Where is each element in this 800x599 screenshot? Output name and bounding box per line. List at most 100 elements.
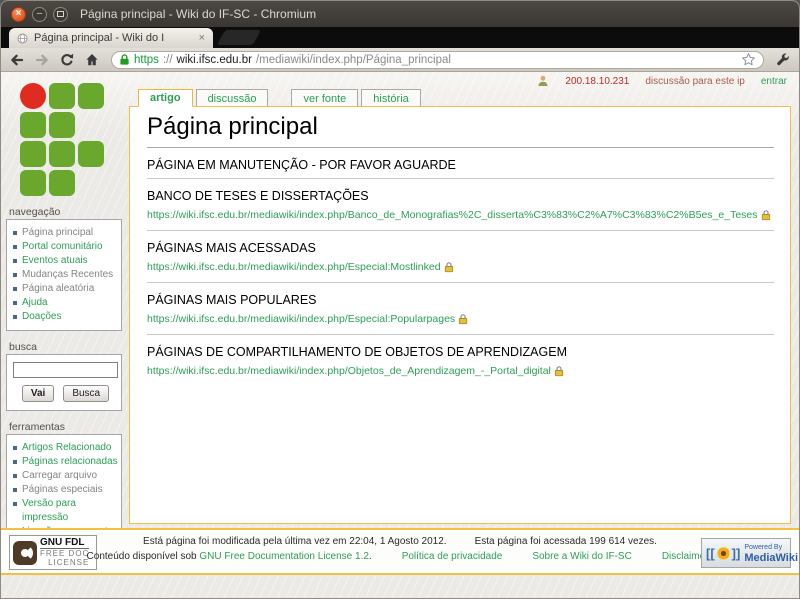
wiki-page: 200.18.10.231 discussão para este ip ent… xyxy=(1,72,799,598)
sidebar-item-artigos-relacionado[interactable]: Artigos Relacionado xyxy=(13,441,118,455)
sidebar-item-eventos-atuais[interactable]: Eventos atuais xyxy=(13,254,118,268)
bullet-icon xyxy=(13,446,17,450)
login-link[interactable]: entrar xyxy=(761,76,787,87)
bookmark-star-icon[interactable] xyxy=(741,52,756,67)
back-icon[interactable] xyxy=(9,52,25,68)
wiki-footer: GNU FDL FREE DOC LICENSE Está página foi… xyxy=(1,528,799,575)
bullet-icon xyxy=(13,231,17,235)
section-heading: PÁGINAS DE COMPARTILHAMENTO DE OBJETOS D… xyxy=(147,345,567,359)
window-minimize-button[interactable]: – xyxy=(32,6,47,22)
main-area: artigo discussão ver fonte história Pági… xyxy=(129,89,791,524)
navigation-label: navegação xyxy=(9,206,61,218)
url-path: /mediawiki/index.php/Página_principal xyxy=(255,53,451,66)
license-suffix: . xyxy=(368,551,372,562)
lock-icon xyxy=(554,366,564,377)
user-ip-link[interactable]: 200.18.10.231 xyxy=(565,76,629,87)
sidebar-item-carregar-arquivo[interactable]: Carregar arquivo xyxy=(13,469,118,483)
sidebar-item-portal-comunitario[interactable]: Portal comunitário xyxy=(13,240,118,254)
external-link-popularpages[interactable]: https://wiki.ifsc.edu.br/mediawiki/index… xyxy=(147,313,455,325)
bullet-icon xyxy=(13,245,17,249)
tab-close-icon[interactable]: × xyxy=(198,32,206,44)
footer-text: Está página foi modificada pela última v… xyxy=(87,536,714,562)
address-bar[interactable]: https://wiki.ifsc.edu.br/mediawiki/index… xyxy=(111,50,764,69)
license-link[interactable]: GNU Free Documentation License 1.2 xyxy=(199,551,369,562)
https-padlock-icon xyxy=(120,54,129,65)
bullet-icon xyxy=(13,474,17,478)
section-link-row: https://wiki.ifsc.edu.br/mediawiki/index… xyxy=(147,313,774,325)
sidebar: navegação Página principal Portal comuni… xyxy=(1,72,127,546)
section-link-row: https://wiki.ifsc.edu.br/mediawiki/index… xyxy=(147,261,774,273)
about-link[interactable]: Sobre a Wiki do IF-SC xyxy=(532,551,631,562)
portlet-search: busca Vai Busca xyxy=(6,341,122,411)
divider xyxy=(147,334,774,335)
go-button[interactable]: Vai xyxy=(21,385,55,402)
sidebar-item-ajuda[interactable]: Ajuda xyxy=(13,296,118,310)
browser-window: × – Página principal - Wiki do IF-SC - C… xyxy=(0,0,800,599)
external-link-objetos-aprendizagem[interactable]: https://wiki.ifsc.edu.br/mediawiki/index… xyxy=(147,365,551,377)
mw-bracket-right: ]] xyxy=(731,545,741,561)
search-input[interactable] xyxy=(13,362,118,378)
gnu-fdl-badge[interactable]: GNU FDL FREE DOC LICENSE xyxy=(9,535,97,570)
search-button[interactable]: Busca xyxy=(63,385,110,402)
mw-name: MediaWiki xyxy=(744,552,799,564)
gnu-logo-icon xyxy=(13,540,37,565)
ifsc-logo[interactable] xyxy=(20,83,104,196)
article-content: Página principal PÁGINA EM MANUTENÇÃO - … xyxy=(129,106,791,524)
mediawiki-badge[interactable]: [[ ]] Powered By MediaWiki xyxy=(701,538,798,568)
privacy-link[interactable]: Política de privacidade xyxy=(402,551,503,562)
bullet-icon xyxy=(13,301,17,305)
window-close-button[interactable]: × xyxy=(11,6,26,22)
section-heading: PÁGINA EM MANUTENÇÃO - POR FAVOR AGUARDE xyxy=(147,158,456,172)
sidebar-item-paginas-relacionadas[interactable]: Páginas relacionadas xyxy=(13,455,118,469)
sidebar-item-mudancas-recentes[interactable]: Mudanças Recentes xyxy=(13,268,118,282)
divider xyxy=(147,230,774,231)
tab-historia[interactable]: história xyxy=(361,89,421,107)
portlet-navigation: navegação Página principal Portal comuni… xyxy=(6,206,122,331)
bullet-icon xyxy=(13,315,17,319)
bullet-icon xyxy=(13,273,17,277)
external-link-banco-teses[interactable]: https://wiki.ifsc.edu.br/mediawiki/index… xyxy=(147,209,758,221)
sidebar-item-paginas-especiais[interactable]: Páginas especiais xyxy=(13,483,118,497)
license-prefix: Conteúdo disponível sob xyxy=(86,551,197,562)
sidebar-item-pagina-aleatoria[interactable]: Página aleatória xyxy=(13,282,118,296)
bullet-icon xyxy=(13,287,17,291)
lock-icon xyxy=(459,314,468,325)
window-maximize-button[interactable] xyxy=(53,6,68,22)
ip-talk-link[interactable]: discussão para este ip xyxy=(645,76,745,87)
url-host: wiki.ifsc.edu.br xyxy=(176,53,252,66)
external-link-mostlinked[interactable]: https://wiki.ifsc.edu.br/mediawiki/index… xyxy=(147,261,441,273)
tab-discussao[interactable]: discussão xyxy=(195,89,269,107)
home-icon[interactable] xyxy=(84,52,100,68)
browser-tab[interactable]: Página principal - Wiki do I × xyxy=(9,28,213,48)
new-tab-button[interactable] xyxy=(217,30,261,45)
bullet-icon xyxy=(13,502,17,506)
maximize-icon xyxy=(57,11,64,17)
wrench-icon[interactable] xyxy=(775,52,791,68)
forward-icon[interactable] xyxy=(34,52,50,68)
article-tabs: artigo discussão ver fonte história xyxy=(129,89,791,107)
sidebar-item-versao-para-impressao[interactable]: Versão para impressão xyxy=(13,497,118,525)
window-title: Página principal - Wiki do IF-SC - Chrom… xyxy=(80,7,317,21)
section-link-row: https://wiki.ifsc.edu.br/mediawiki/index… xyxy=(147,365,774,377)
personal-bar: 200.18.10.231 discussão para este ip ent… xyxy=(537,75,787,87)
tools-label: ferramentas xyxy=(9,421,66,433)
person-icon xyxy=(538,75,548,86)
divider xyxy=(147,282,774,283)
reload-icon[interactable] xyxy=(59,52,75,68)
access-count-text: Esta página foi acessada 199 614 vezes. xyxy=(474,536,657,547)
url-scheme: https xyxy=(134,53,159,66)
section-heading: PÁGINAS MAIS POPULARES xyxy=(147,293,317,307)
section-heading: BANCO DE TESES E DISSERTAÇÕES xyxy=(147,189,369,203)
globe-favicon-icon xyxy=(17,32,28,44)
browser-tab-title: Página principal - Wiki do I xyxy=(34,32,165,44)
lock-icon xyxy=(761,210,770,221)
divider xyxy=(147,178,774,179)
bullet-icon xyxy=(13,259,17,263)
sidebar-item-doacoes[interactable]: Doações xyxy=(13,310,118,324)
mediawiki-sunflower-icon xyxy=(716,546,730,560)
tab-ver-fonte[interactable]: ver fonte xyxy=(291,89,359,107)
bullet-icon xyxy=(13,460,17,464)
tab-artigo[interactable]: artigo xyxy=(138,89,193,107)
sidebar-item-pagina-principal[interactable]: Página principal xyxy=(13,226,118,240)
browser-toolbar: https://wiki.ifsc.edu.br/mediawiki/index… xyxy=(1,48,799,72)
